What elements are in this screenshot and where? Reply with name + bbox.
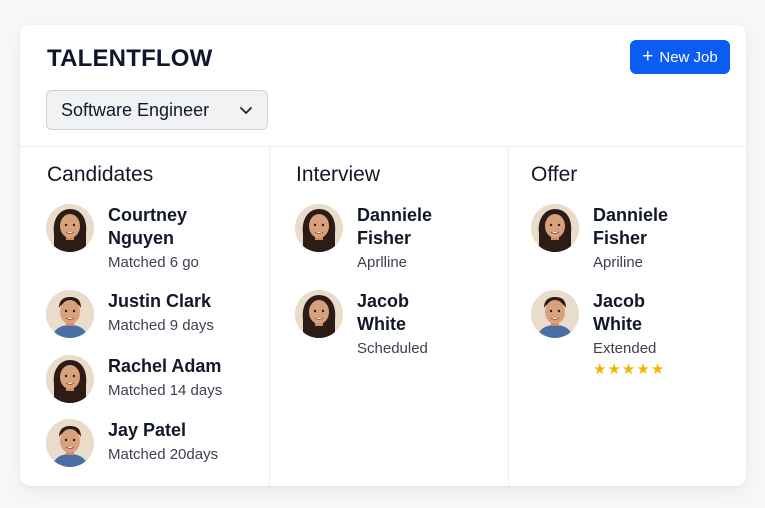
avatar	[295, 290, 343, 338]
new-job-button[interactable]: + New Job	[630, 40, 730, 74]
star-icon: ★	[636, 361, 651, 378]
avatar	[531, 290, 579, 338]
candidate-name: Danniele Fisher	[357, 205, 433, 248]
app-logo: TALENTFLOW	[47, 45, 213, 72]
avatar	[46, 204, 94, 252]
candidate-status: Matched 14 days	[108, 382, 223, 399]
header: TALENTFLOW + New Job Software Engineer	[20, 25, 746, 147]
star-icon: ★	[593, 361, 608, 378]
rating-stars: ★★★★★	[593, 360, 665, 378]
column-candidates: Candidates CourtneyNguyen Matched 6 go	[20, 147, 270, 486]
star-icon: ★	[650, 361, 666, 378]
new-job-label: New Job	[659, 48, 718, 66]
column-title: Interview	[296, 163, 381, 186]
candidate-name: Danniele Fisher	[593, 205, 669, 248]
column-title: Offer	[531, 163, 578, 186]
candidate-status: Extended	[593, 340, 657, 357]
candidate-status: Scheduled	[357, 340, 428, 357]
pipeline-card: TALENTFLOW + New Job Software Engineer C…	[20, 25, 746, 486]
star-icon: ★	[607, 361, 622, 378]
candidate-status: Apriline	[593, 254, 644, 271]
candidate-name: Jacob White	[357, 291, 410, 334]
plus-icon: +	[642, 45, 654, 67]
job-select[interactable]: Software Engineer	[46, 90, 268, 130]
column-interview: Interview Danniele Fisher Aprlline Jacob…	[270, 147, 509, 486]
avatar	[46, 355, 94, 403]
column-offer: Offer DannieleFisher Apriline JacobWhi	[509, 147, 746, 486]
avatar	[46, 290, 94, 338]
candidate-status: Matched 6 go	[108, 254, 199, 271]
candidate-name: Jacob White	[593, 291, 646, 334]
candidate-name: Courtney Nguyen	[108, 205, 188, 248]
candidate-status: Aprlline	[357, 254, 408, 271]
candidate-status: Matched 20days	[108, 446, 219, 463]
candidate-status: Matched 9 days	[108, 317, 214, 334]
avatar	[295, 204, 343, 252]
avatar	[531, 204, 579, 252]
candidate-name: Rachel Adam	[108, 356, 222, 376]
chevron-down-icon	[239, 106, 253, 115]
column-title: Candidates	[47, 163, 154, 186]
avatar	[46, 419, 94, 467]
job-select-value: Software Engineer	[61, 99, 210, 120]
candidate-name: Jay Patel	[108, 420, 187, 440]
star-icon: ★	[621, 361, 637, 378]
candidate-name: Justin Clark	[108, 291, 212, 311]
